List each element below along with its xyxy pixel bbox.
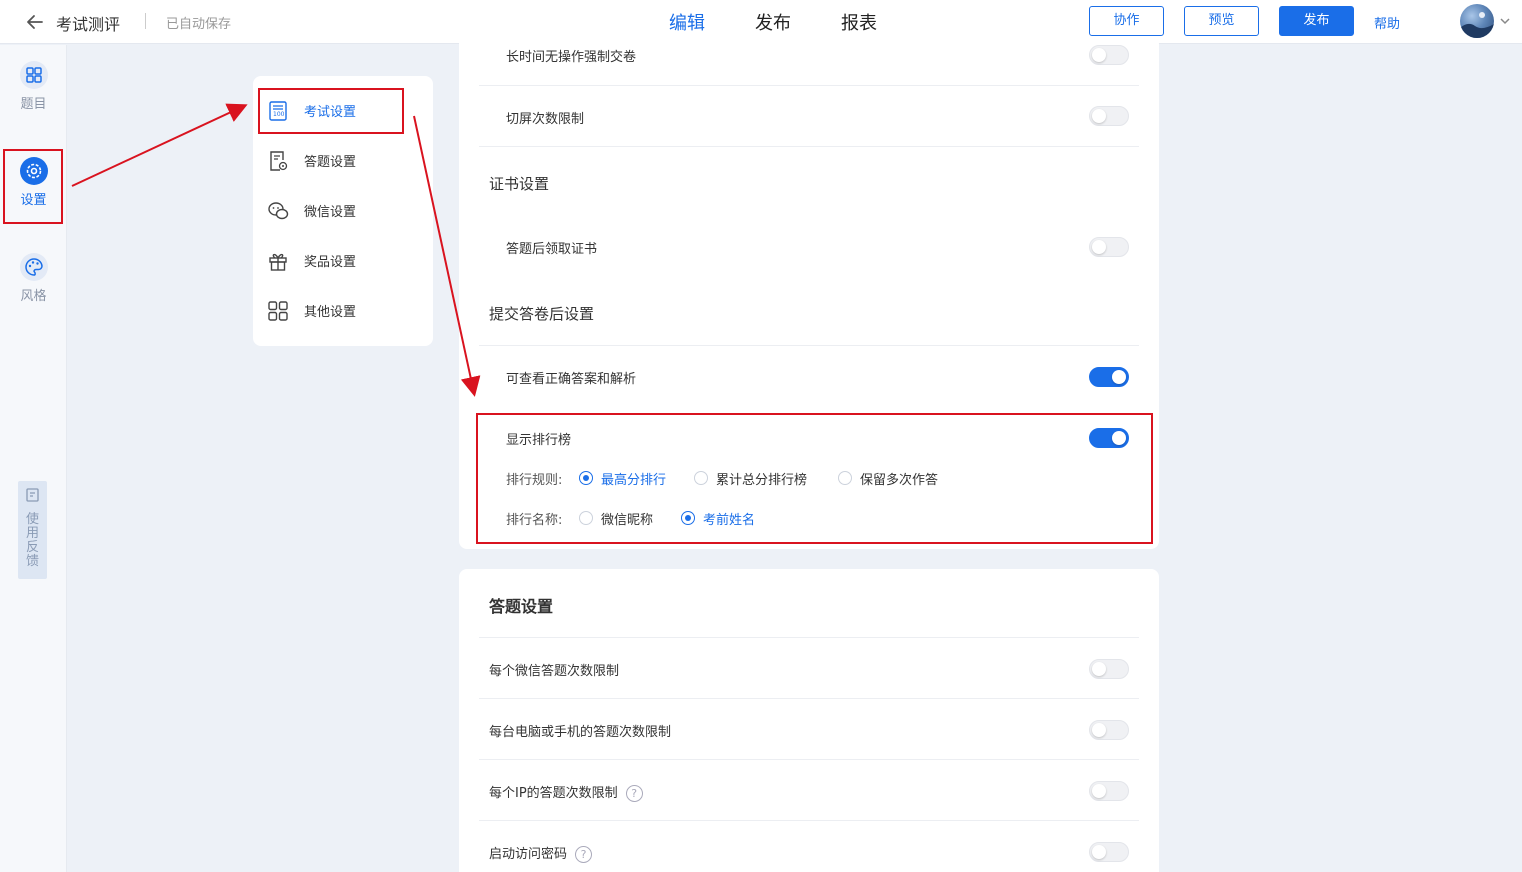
submenu-item-answer-settings[interactable]: 答题设置 <box>267 140 417 180</box>
idle-submit-toggle[interactable] <box>1089 45 1129 65</box>
radio-text: 最高分排行 <box>601 473 667 488</box>
show-ranking-toggle[interactable] <box>1089 428 1129 448</box>
collab-button[interactable]: 协作 <box>1089 6 1164 36</box>
radio-dot <box>579 511 593 525</box>
help-link[interactable]: 帮助 <box>1374 13 1400 32</box>
setting-row: 每个IP的答题次数限制? <box>479 760 1139 821</box>
arrow-to-exam-settings <box>71 103 248 187</box>
wechat-icon <box>268 202 289 220</box>
tab-edit[interactable]: 编辑 <box>669 9 705 35</box>
setting-row: 启动访问密码? <box>479 821 1139 872</box>
tab-report[interactable]: 报表 <box>841 9 877 35</box>
radio-text: 保留多次作答 <box>860 473 939 488</box>
password-text: 启动访问密码 <box>489 847 568 862</box>
radio-dot <box>694 471 708 485</box>
ip-answer-limit-toggle[interactable] <box>1089 781 1129 801</box>
submenu-item-label: 奖品设置 <box>304 255 357 270</box>
publish-button[interactable]: 发布 <box>1279 6 1354 36</box>
help-circle-icon[interactable]: ? <box>575 846 593 863</box>
access-password-toggle[interactable] <box>1089 842 1129 862</box>
sidebar-item-questions[interactable]: 题目 <box>0 61 67 121</box>
setting-label: 启动访问密码? <box>489 843 593 863</box>
setting-row: 显示排行榜 <box>479 416 1139 456</box>
ranking-name-label: 排行名称: <box>506 513 563 528</box>
setting-label: 每个微信答题次数限制 <box>489 664 620 679</box>
section-divider <box>479 577 1139 638</box>
help-circle-icon[interactable]: ? <box>625 785 643 802</box>
app-title: 考试测评 <box>56 15 121 34</box>
settings-submenu: 100 考试设置 答题设置 微信设置 奖品设置 其他设置 <box>253 76 433 346</box>
ranking-rule-label: 排行规则: <box>506 473 563 488</box>
submenu-item-label: 考试设置 <box>304 105 357 120</box>
avatar-image <box>1460 12 1494 38</box>
radio-text: 考前姓名 <box>703 513 756 528</box>
setting-label: 长时间无操作强制交卷 <box>506 50 637 65</box>
setting-row: 可查看正确答案和解析 <box>479 346 1139 407</box>
edit-note-icon <box>25 488 39 502</box>
setting-row: 切屏次数限制 <box>479 86 1139 147</box>
chevron-down-icon[interactable] <box>1498 14 1512 28</box>
device-answer-limit-toggle[interactable] <box>1089 720 1129 740</box>
submenu-item-wechat-settings[interactable]: 微信设置 <box>267 190 417 230</box>
radio-text: 微信昵称 <box>601 513 654 528</box>
exam-settings-panel: 长时间无操作强制交卷 切屏次数限制 证书设置 答题后领取证书 提交答卷后设置 可… <box>459 36 1159 549</box>
screen-switch-limit-toggle[interactable] <box>1089 106 1129 126</box>
setting-row: 每个微信答题次数限制 <box>479 638 1139 699</box>
certificate-toggle[interactable] <box>1089 237 1129 257</box>
submenu-item-exam-settings[interactable]: 100 考试设置 <box>267 90 417 130</box>
setting-label: 每台电脑或手机的答题次数限制 <box>489 725 672 740</box>
show-answers-toggle[interactable] <box>1089 367 1129 387</box>
exam-sheet-icon: 100 <box>269 101 287 121</box>
preview-button[interactable]: 预览 <box>1184 6 1259 36</box>
setting-label: 可查看正确答案和解析 <box>506 372 637 387</box>
submenu-item-other-settings[interactable]: 其他设置 <box>267 290 417 330</box>
radio-text: 累计总分排行榜 <box>716 473 808 488</box>
feedback-button[interactable]: 使用反馈 <box>18 481 47 579</box>
feedback-label: 使用反馈 <box>25 512 39 569</box>
setting-label: 切屏次数限制 <box>506 112 585 127</box>
sidebar-item-style[interactable]: 风格 <box>0 253 67 313</box>
sidebar-item-settings[interactable]: 设置 <box>0 157 67 217</box>
gear-icon <box>19 157 48 185</box>
title-divider <box>145 13 146 29</box>
setting-label: 每个IP的答题次数限制? <box>489 782 643 802</box>
back-arrow-icon[interactable] <box>24 11 46 33</box>
wechat-answer-limit-toggle[interactable] <box>1089 659 1129 679</box>
radio-dot <box>681 511 695 525</box>
radio-dot <box>838 471 852 485</box>
sidebar-item-label: 题目 <box>20 97 47 112</box>
grid-icon <box>19 61 48 89</box>
left-sidebar: 题目 设置 风格 使用反馈 <box>0 45 67 872</box>
radio-dot <box>579 471 593 485</box>
submenu-item-label: 其他设置 <box>304 305 357 320</box>
section-divider <box>479 285 1139 346</box>
user-avatar[interactable] <box>1460 4 1494 38</box>
palette-icon <box>19 253 48 281</box>
autosave-status: 已自动保存 <box>166 17 232 32</box>
setting-label: 答题后领取证书 <box>506 242 598 257</box>
setting-row: 答题后领取证书 <box>479 216 1139 257</box>
submenu-item-label: 微信设置 <box>304 205 357 220</box>
svg-text:100: 100 <box>273 111 285 118</box>
answer-settings-icon <box>270 151 288 171</box>
submenu-item-label: 答题设置 <box>304 155 357 170</box>
sidebar-item-label: 设置 <box>20 193 47 208</box>
gift-icon <box>269 253 287 271</box>
tab-publish[interactable]: 发布 <box>755 9 791 35</box>
setting-label: 显示排行榜 <box>506 433 572 448</box>
cert-section-title: 证书设置 <box>489 175 550 193</box>
answer-settings-panel: 答题设置 每个微信答题次数限制 每台电脑或手机的答题次数限制 每个IP的答题次数… <box>459 569 1159 872</box>
ip-limit-text: 每个IP的答题次数限制 <box>489 786 618 801</box>
apps-icon <box>268 301 288 321</box>
sidebar-item-label: 风格 <box>20 289 47 304</box>
setting-row: 长时间无操作强制交卷 <box>479 36 1139 86</box>
setting-row: 每台电脑或手机的答题次数限制 <box>479 699 1139 760</box>
submenu-item-prize-settings[interactable]: 奖品设置 <box>267 240 417 280</box>
